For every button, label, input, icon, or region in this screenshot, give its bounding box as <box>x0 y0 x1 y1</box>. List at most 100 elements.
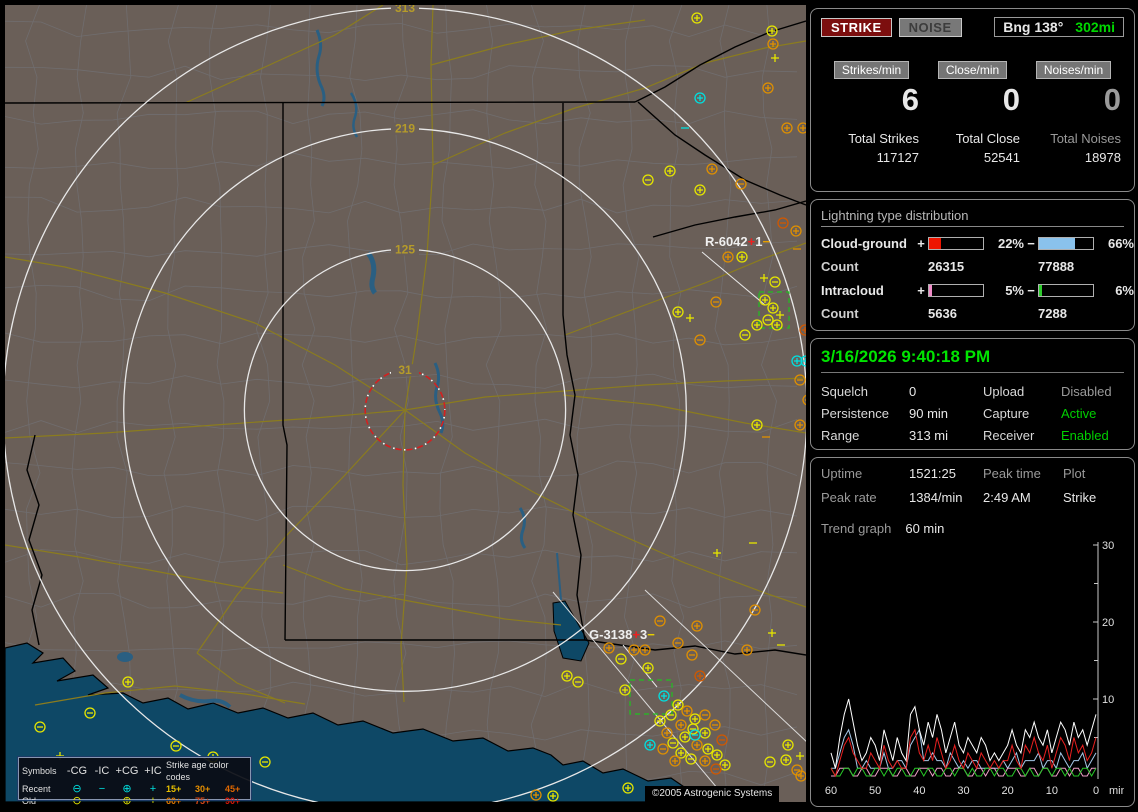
rate-total-label: Total Strikes <box>848 131 919 146</box>
negative-count: 7288 <box>1038 306 1067 321</box>
distribution-count-row: Count 5636 7288 <box>821 306 1124 321</box>
legend-column-header: +IC <box>144 765 162 777</box>
ring-distance-label: 313 <box>395 5 415 15</box>
rate-column: Strikes/min 6 Total Strikes 117127 <box>821 61 922 165</box>
distribution-row: Cloud-ground +22% − 66% <box>821 236 1134 251</box>
legend-age-code: 45+ <box>225 784 241 794</box>
negative-count: 77888 <box>1038 259 1075 274</box>
rates-group: STRIKE NOISE Bng 138° 302mi Strikes/min 6… <box>810 8 1135 192</box>
legend-age-code: 90+ <box>225 796 241 806</box>
positive-bar-fill <box>929 285 932 296</box>
rate-total-value: 117127 <box>876 150 919 165</box>
positive-bar-fill <box>929 238 941 249</box>
x-tick-label: 40 <box>913 785 925 797</box>
legend-column-header: -IC <box>94 765 110 777</box>
positive-bar <box>928 237 984 250</box>
session-rows: Uptime 1521:25 Peak time Plot Peak rate 1384/… <box>821 466 1124 505</box>
setting-value: 90 min <box>909 406 949 421</box>
trend-series--cg-rate <box>831 728 1097 770</box>
x-tick-label: 10 <box>1046 785 1058 797</box>
lake <box>117 652 133 662</box>
bearing-readout: Bng 138° 302mi <box>994 17 1124 37</box>
setting-label: Squelch <box>821 384 868 399</box>
negative-bar-fill <box>1039 238 1075 249</box>
settings-group: 3/16/2026 9:40:18 PM Squelch 0 Upload Disab… <box>810 338 1135 450</box>
cell-label: G-3138+3− <box>589 627 655 642</box>
legend-strike-symbol: ⊖ <box>72 795 82 807</box>
distribution-count-row: Count 26315 77888 <box>821 259 1124 274</box>
rate-value: 6 <box>901 82 919 117</box>
x-tick-label: 20 <box>1002 785 1014 797</box>
rate-column: Close/min 0 Total Close 52541 <box>922 61 1023 165</box>
x-tick-label: 30 <box>957 785 969 797</box>
bearing-label: Bng 138° <box>1003 19 1064 35</box>
y-tick-label: 20 <box>1102 617 1114 629</box>
session-cell: Peak time <box>983 466 1041 481</box>
distribution-group: Lightning type distribution Cloud-ground… <box>810 199 1135 331</box>
session-cell: Plot <box>1063 466 1086 481</box>
datetime-display: 3/16/2026 9:40:18 PM <box>821 347 1124 373</box>
setting-label: Capture <box>983 406 1030 421</box>
legend-strike-symbol: − <box>98 795 106 807</box>
legend-column-header: +CG <box>115 765 139 777</box>
status-panel: STRIKE NOISE Bng 138° 302mi Strikes/min 6… <box>810 8 1135 812</box>
legend-strike-symbol: + <box>149 795 157 807</box>
count-label: Count <box>821 306 859 321</box>
distribution-rows: Cloud-ground +22% −66% Count 26315 77888 Intra… <box>821 236 1134 321</box>
cell-label: R-6042+1− <box>705 234 770 249</box>
setting-value: 0 <box>909 384 917 399</box>
legend-symbols-header: Symbols <box>22 766 57 776</box>
legend-row-label: Recent <box>22 784 51 794</box>
rate-total-value: 52541 <box>983 150 1020 165</box>
legend-age-code: 60+ <box>166 796 182 806</box>
legend-row-label: Old <box>22 796 37 806</box>
session-cell: 2:49 AM <box>983 490 1031 505</box>
rate-chip: Strikes/min <box>833 61 910 79</box>
negative-bar <box>1038 284 1094 297</box>
plus-sign: + <box>917 283 925 298</box>
trend-window-value: 60 min <box>905 521 945 536</box>
session-cell: 1384/min <box>909 490 963 505</box>
y-tick-label: 30 <box>1102 540 1114 552</box>
noise-mode-button[interactable]: NOISE <box>898 17 962 37</box>
setting-value: Enabled <box>1061 428 1109 443</box>
x-tick-label: 50 <box>869 785 881 797</box>
setting-value: Disabled <box>1061 384 1112 399</box>
settings-rows: Squelch 0 Upload Disabled Persistence 90 min C… <box>821 384 1124 443</box>
rate-total-label: Total Noises <box>1050 131 1121 146</box>
rate-column: Noises/min 0 Total Noises 18978 <box>1023 61 1124 165</box>
rate-chip: Noises/min <box>1035 61 1112 79</box>
distribution-title: Lightning type distribution <box>821 208 1124 227</box>
setting-label: Persistence <box>821 406 889 421</box>
session-group: Uptime 1521:25 Peak time Plot Peak rate 1384/… <box>810 457 1135 807</box>
x-axis-unit: min <box>1109 785 1124 797</box>
positive-percent: 22% <box>997 236 1024 251</box>
positive-count: 26315 <box>928 259 965 274</box>
x-tick-label: 0 <box>1093 785 1099 797</box>
minus-sign: − <box>1027 236 1035 251</box>
lightning-map[interactable]: R-6042+1− G-3138+3− 313 219 125 31 <box>5 5 806 802</box>
distribution-type-label: Intracloud <box>821 283 884 298</box>
ring-distance-label: 219 <box>395 122 415 136</box>
count-label: Count <box>821 259 859 274</box>
positive-count: 5636 <box>928 306 957 321</box>
trend-series--ic-rate <box>830 767 1097 778</box>
negative-bar <box>1038 237 1094 250</box>
legend-age-code: 30+ <box>195 784 211 794</box>
y-tick-label: 10 <box>1102 694 1114 706</box>
strikestar-app: R-6042+1− G-3138+3− 313 219 125 31 Symbols -C… <box>0 0 1138 812</box>
negative-percent: 6% <box>1115 283 1134 298</box>
distribution-type-label: Cloud-ground <box>821 236 907 251</box>
legend-strike-symbol: ⊕ <box>122 795 132 807</box>
minus-sign: − <box>1027 283 1035 298</box>
copyright-text: ©2005 Astrogenic Systems <box>645 786 780 802</box>
rate-columns: Strikes/min 6 Total Strikes 117127 Close/min… <box>821 61 1124 165</box>
session-cell: Strike <box>1063 490 1097 505</box>
rate-total-label: Total Close <box>955 131 1020 146</box>
strike-mode-button[interactable]: STRIKE <box>821 17 892 37</box>
session-cell: 1521:25 <box>909 466 956 481</box>
map-legend: Symbols -CG -IC +CG +IC Strike age color code… <box>17 756 252 807</box>
legend-age-code: 75+ <box>195 796 211 806</box>
setting-value: 313 mi <box>909 428 949 443</box>
legend-age-code: 15+ <box>166 784 182 794</box>
